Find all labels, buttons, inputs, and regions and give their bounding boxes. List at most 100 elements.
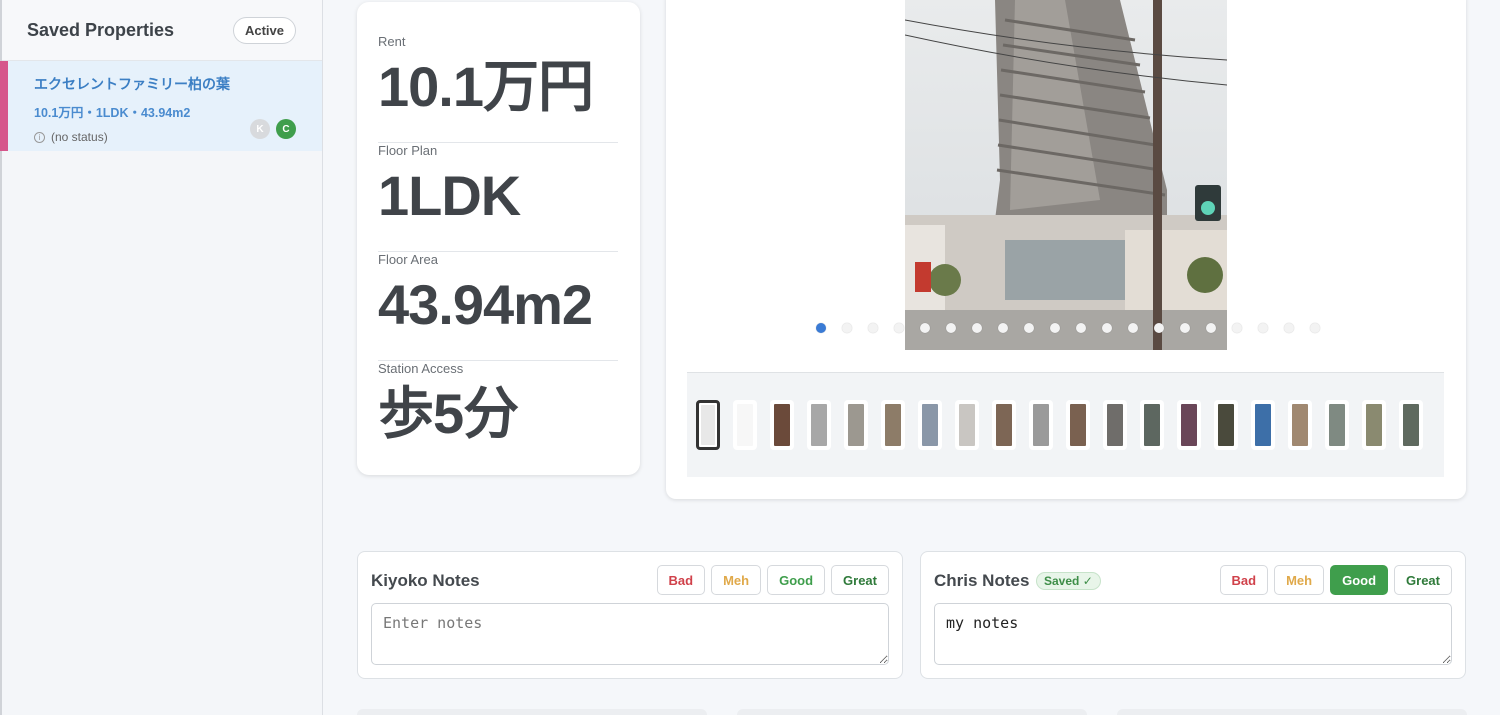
stat-label: Station Access: [378, 361, 464, 376]
chris-rating-buttons: Bad Meh Good Great: [1219, 565, 1452, 595]
photo-thumbnail[interactable]: [770, 400, 794, 450]
card-peek: [357, 709, 707, 715]
thumbnail-image: [922, 404, 938, 446]
kiyoko-notes-input[interactable]: [371, 603, 889, 665]
carousel-dot[interactable]: [842, 323, 852, 333]
thumbnail-image: [1255, 404, 1271, 446]
photo-thumbnail[interactable]: [1288, 400, 1312, 450]
carousel-dot[interactable]: [868, 323, 878, 333]
stat-rent: Rent 10.1万円: [378, 34, 618, 143]
main-photo[interactable]: [905, 0, 1227, 350]
carousel-dot[interactable]: [1180, 323, 1190, 333]
chris-notes-input[interactable]: [934, 603, 1452, 665]
photo-thumbnail[interactable]: [1103, 400, 1127, 450]
photo-thumbnail[interactable]: [955, 400, 979, 450]
carousel-dot[interactable]: [1076, 323, 1086, 333]
photo-thumbnail[interactable]: [1362, 400, 1386, 450]
photo-thumbnail[interactable]: [1140, 400, 1164, 450]
thumbnail-image: [1070, 404, 1086, 446]
stat-value: 1LDK: [378, 164, 521, 227]
photo-gallery: [666, 0, 1466, 499]
thumbnail-image: [811, 404, 827, 446]
kiyoko-meh-button[interactable]: Meh: [711, 565, 762, 595]
chris-good-button[interactable]: Good: [1330, 565, 1389, 595]
sidebar-header: Saved Properties Active: [2, 0, 322, 61]
chris-notes-card: Chris Notes Saved ✓ Bad Meh Good Great: [920, 551, 1466, 679]
active-filter-badge[interactable]: Active: [232, 16, 296, 44]
carousel-dot[interactable]: [920, 323, 930, 333]
carousel-dot[interactable]: [1024, 323, 1034, 333]
thumbnail-strip: [687, 372, 1444, 477]
thumbnail-image: [737, 404, 753, 446]
info-icon: i: [34, 131, 45, 143]
photo-thumbnail[interactable]: [696, 400, 720, 450]
stat-label: Rent: [378, 34, 406, 49]
stat-value: 10.1万円: [378, 55, 594, 118]
photo-thumbnail[interactable]: [1029, 400, 1053, 450]
kiyoko-notes-card: Kiyoko Notes Bad Meh Good Great: [357, 551, 903, 679]
card-peek: [737, 709, 1087, 715]
photo-thumbnail[interactable]: [1325, 400, 1349, 450]
thumbnail-image: [1366, 404, 1382, 446]
photo-thumbnail[interactable]: [918, 400, 942, 450]
carousel-dot[interactable]: [1154, 323, 1164, 333]
photo-thumbnail[interactable]: [992, 400, 1016, 450]
photo-thumbnail[interactable]: [881, 400, 905, 450]
thumbnail-image: [848, 404, 864, 446]
photo-thumbnail[interactable]: [1214, 400, 1238, 450]
kiyoko-good-button[interactable]: Good: [767, 565, 826, 595]
chris-bad-button[interactable]: Bad: [1219, 565, 1269, 595]
carousel-dot[interactable]: [972, 323, 982, 333]
thumbnail-image: [959, 404, 975, 446]
thumbnail-image: [1144, 404, 1160, 446]
carousel-dot[interactable]: [1310, 323, 1320, 333]
property-name: エクセレントファミリー柏の葉: [34, 76, 230, 92]
carousel-dot[interactable]: [1284, 323, 1294, 333]
reviewer-avatars: K C: [250, 119, 296, 139]
carousel-dot[interactable]: [816, 323, 826, 333]
kiyoko-rating-buttons: Bad Meh Good Great: [656, 565, 889, 595]
stat-value: 歩5分: [378, 382, 519, 445]
thumbnail-image: [1218, 404, 1234, 446]
thumbnail-image: [774, 404, 790, 446]
thumbnail-image: [701, 405, 715, 445]
photo-thumbnail[interactable]: [1251, 400, 1275, 450]
carousel-dot[interactable]: [894, 323, 904, 333]
thumbnail-image: [1033, 404, 1049, 446]
photo-thumbnail[interactable]: [1066, 400, 1090, 450]
stat-label: Floor Plan: [378, 143, 438, 158]
carousel-dot[interactable]: [1128, 323, 1138, 333]
avatar-kiyoko: K: [250, 119, 270, 139]
property-list-item[interactable]: エクセレントファミリー柏の葉 10.1万円・1LDK・43.94m2 i (no…: [0, 61, 322, 151]
building-photo-image: [905, 0, 1227, 350]
stat-station-access: Station Access 歩5分: [378, 361, 618, 470]
carousel-dot[interactable]: [1102, 323, 1112, 333]
kiyoko-great-button[interactable]: Great: [831, 565, 889, 595]
carousel-dot[interactable]: [946, 323, 956, 333]
carousel-dot[interactable]: [1050, 323, 1060, 333]
carousel-dot[interactable]: [1206, 323, 1216, 333]
photo-thumbnail[interactable]: [733, 400, 757, 450]
photo-thumbnail[interactable]: [1177, 400, 1201, 450]
carousel-dot[interactable]: [1258, 323, 1268, 333]
carousel-dot[interactable]: [998, 323, 1008, 333]
sidebar-title: Saved Properties: [27, 19, 175, 40]
thumbnail-image: [1329, 404, 1345, 446]
carousel-indicator: [816, 323, 1320, 333]
thumbnail-image: [1292, 404, 1308, 446]
carousel-dot[interactable]: [1232, 323, 1242, 333]
stat-floor-area: Floor Area 43.94m2: [378, 252, 618, 361]
chris-meh-button[interactable]: Meh: [1274, 565, 1325, 595]
thumbnail-image: [1181, 404, 1197, 446]
chris-great-button[interactable]: Great: [1394, 565, 1452, 595]
photo-thumbnail[interactable]: [1399, 400, 1423, 450]
photo-thumbnail[interactable]: [807, 400, 831, 450]
property-status-text: (no status): [51, 130, 108, 144]
next-cards-peek: [357, 709, 1467, 715]
kiyoko-notes-title: Kiyoko Notes: [371, 571, 480, 590]
stat-floor-plan: Floor Plan 1LDK: [378, 143, 618, 252]
stat-label: Floor Area: [378, 252, 438, 267]
photo-thumbnail[interactable]: [844, 400, 868, 450]
saved-badge: Saved ✓: [1036, 572, 1101, 590]
kiyoko-bad-button[interactable]: Bad: [656, 565, 706, 595]
